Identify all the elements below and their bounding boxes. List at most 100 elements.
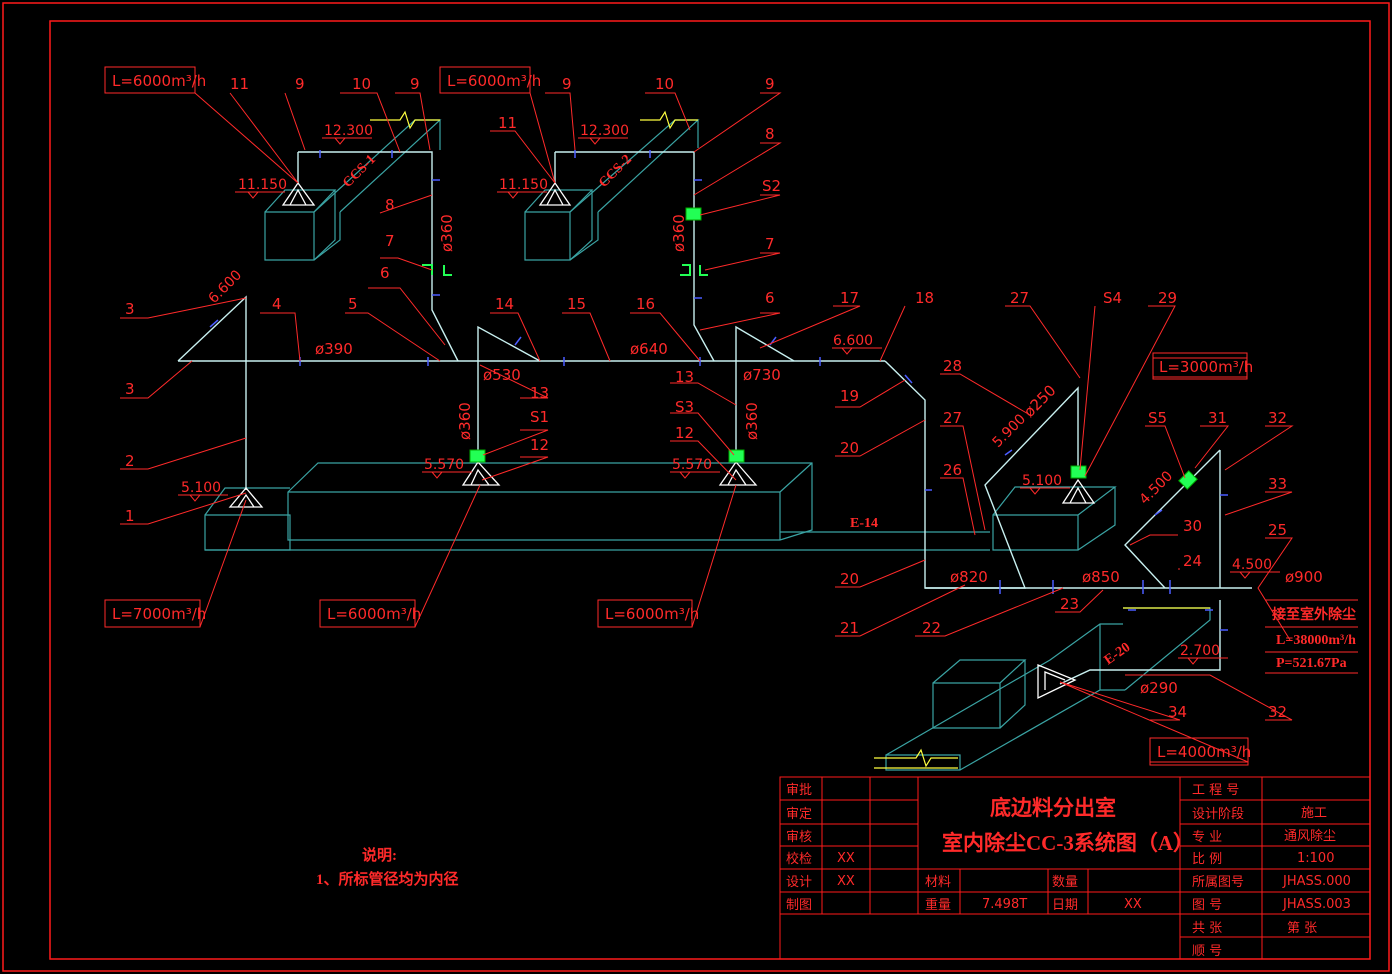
- leader-num: 6: [765, 289, 775, 307]
- ccs2-hood-box: [524, 189, 594, 261]
- tb-right-label: 所属图号: [1192, 875, 1244, 890]
- leader-num: 10: [352, 75, 371, 93]
- branch-2: [555, 151, 715, 362]
- flow-label-4: L=7000m³/h: [112, 605, 206, 623]
- leader-num: 9: [295, 75, 305, 93]
- diam-label: ø730: [743, 366, 781, 384]
- flow-label-1: L=6000m³/h: [112, 72, 206, 90]
- leader-num: 20: [840, 570, 859, 588]
- elev-label: 6.600: [206, 267, 246, 307]
- leader-num: 9: [765, 75, 775, 93]
- leader-num: 34: [1168, 703, 1187, 721]
- tb-drawing-no: JHASS.003: [1282, 897, 1351, 912]
- tb-date-label: 日期: [1052, 898, 1078, 913]
- leader-num: 24: [1183, 552, 1202, 570]
- leader-num: S4: [1103, 289, 1122, 307]
- valve-s5: [1178, 470, 1198, 490]
- leader-num: 11: [230, 75, 249, 93]
- equipment-outlines: [204, 119, 1211, 771]
- notes-line: 1、所标管径均为内径: [316, 870, 459, 888]
- drop-e20: [1059, 600, 1221, 685]
- tb-weight-label: 重量: [925, 897, 951, 913]
- valve-s1: [469, 449, 486, 463]
- tb-right-label: 设计阶段: [1192, 807, 1244, 822]
- leader-num: S3: [675, 398, 694, 416]
- break-marks: [370, 110, 1210, 769]
- flow-labels: L=6000m³/h L=6000m³/h L=3000m³/h L=7000m…: [112, 72, 1253, 761]
- leader-num: 8: [385, 196, 395, 214]
- tb-discipline: 通风除尘: [1284, 829, 1336, 844]
- drawing-title-2: 室内除尘CC-3系统图（A）: [942, 831, 1194, 855]
- break-2: [640, 110, 698, 130]
- leader-num: 29: [1158, 289, 1177, 307]
- leader-num: 3: [125, 300, 135, 318]
- leader-num: 7: [765, 235, 775, 253]
- leader-num: 9: [562, 75, 572, 93]
- tb-stage: 施工: [1301, 806, 1327, 821]
- elev-label: 6.600: [833, 333, 873, 349]
- right-box: [992, 486, 1117, 551]
- elev-label: 5.100: [181, 480, 221, 496]
- tb-right-label: 顺 号: [1192, 944, 1222, 959]
- branch-31: [1124, 449, 1221, 589]
- leader-num: 15: [567, 295, 586, 313]
- diam-label: ø360: [438, 214, 456, 252]
- leader-num: 22: [922, 619, 941, 637]
- lower-rails: [205, 531, 990, 551]
- leader-num: 13: [530, 384, 549, 402]
- elbow-7a: [422, 264, 452, 276]
- leader-num: 9: [410, 75, 420, 93]
- notes: 说明: 1、所标管径均为内径: [316, 846, 459, 888]
- tb-scale: 1:100: [1297, 851, 1334, 866]
- leader-num: 6: [380, 264, 390, 282]
- diam-label: ø290: [1140, 679, 1178, 697]
- diam-label: ø640: [630, 340, 668, 358]
- leader-num: 27: [1010, 289, 1029, 307]
- drawing-title-1: 底边料分出室: [990, 796, 1116, 820]
- flow-label-5: L=6000m³/h: [327, 605, 421, 623]
- equip-tag: CCS-2: [596, 152, 635, 191]
- ccs1-hood-box: [264, 189, 337, 261]
- leader-num: 1: [125, 507, 135, 525]
- tb-date: XX: [1124, 897, 1142, 912]
- hood-1: [228, 486, 264, 508]
- break-1: [370, 110, 440, 130]
- elev-label: 11.150: [238, 177, 287, 193]
- flow-label-7: L=4000m³/h: [1157, 743, 1251, 761]
- leader-num: 30: [1183, 517, 1202, 535]
- tb-right-label: 共 张: [1192, 921, 1222, 936]
- leader-lines: [105, 92, 1358, 763]
- leader-num: 28: [943, 357, 962, 375]
- diam-label: ø820: [950, 568, 988, 586]
- tee-1: [477, 325, 541, 362]
- diam-label: ø900: [1285, 568, 1323, 586]
- e20-box: [932, 659, 1027, 729]
- leader-num: 4: [272, 295, 282, 313]
- outdoor-pressure: P=521.67Pa: [1276, 656, 1347, 671]
- leader-num: 32: [1268, 409, 1287, 427]
- equip-tag: CCS-1: [340, 152, 379, 191]
- leader-num: 14: [495, 295, 514, 313]
- elev-label: 11.150: [499, 177, 548, 193]
- tb-page: 第 张: [1287, 921, 1317, 936]
- leader-num: 32: [1268, 703, 1287, 721]
- system-diagram: L=6000m³/h L=6000m³/h L=3000m³/h L=7000m…: [2, 2, 1390, 972]
- outdoor-flow: L=38000m³/h: [1276, 633, 1356, 648]
- diam-label: ø360: [456, 402, 474, 440]
- leader-num: 19: [840, 387, 859, 405]
- flow-label-3: L=3000m³/h: [1159, 358, 1253, 376]
- elev-label: 2.700: [1180, 643, 1220, 659]
- equip-tag: E-20: [1102, 640, 1134, 668]
- title-block-heading: 底边料分出室 室内除尘CC-3系统图（A）: [942, 796, 1194, 855]
- leader-num: 8: [765, 125, 775, 143]
- leader-num: 26: [943, 461, 962, 479]
- leader-num: 7: [385, 232, 395, 250]
- valve-s4: [1070, 465, 1087, 479]
- valve-s2: [685, 207, 702, 221]
- hood-s1: [461, 460, 501, 486]
- leader-num: 27: [943, 409, 962, 427]
- diam-label: ø360: [670, 214, 688, 252]
- diam-label: ø250: [1020, 381, 1059, 420]
- hood-e20: [1037, 664, 1077, 700]
- tee-2: [735, 325, 795, 362]
